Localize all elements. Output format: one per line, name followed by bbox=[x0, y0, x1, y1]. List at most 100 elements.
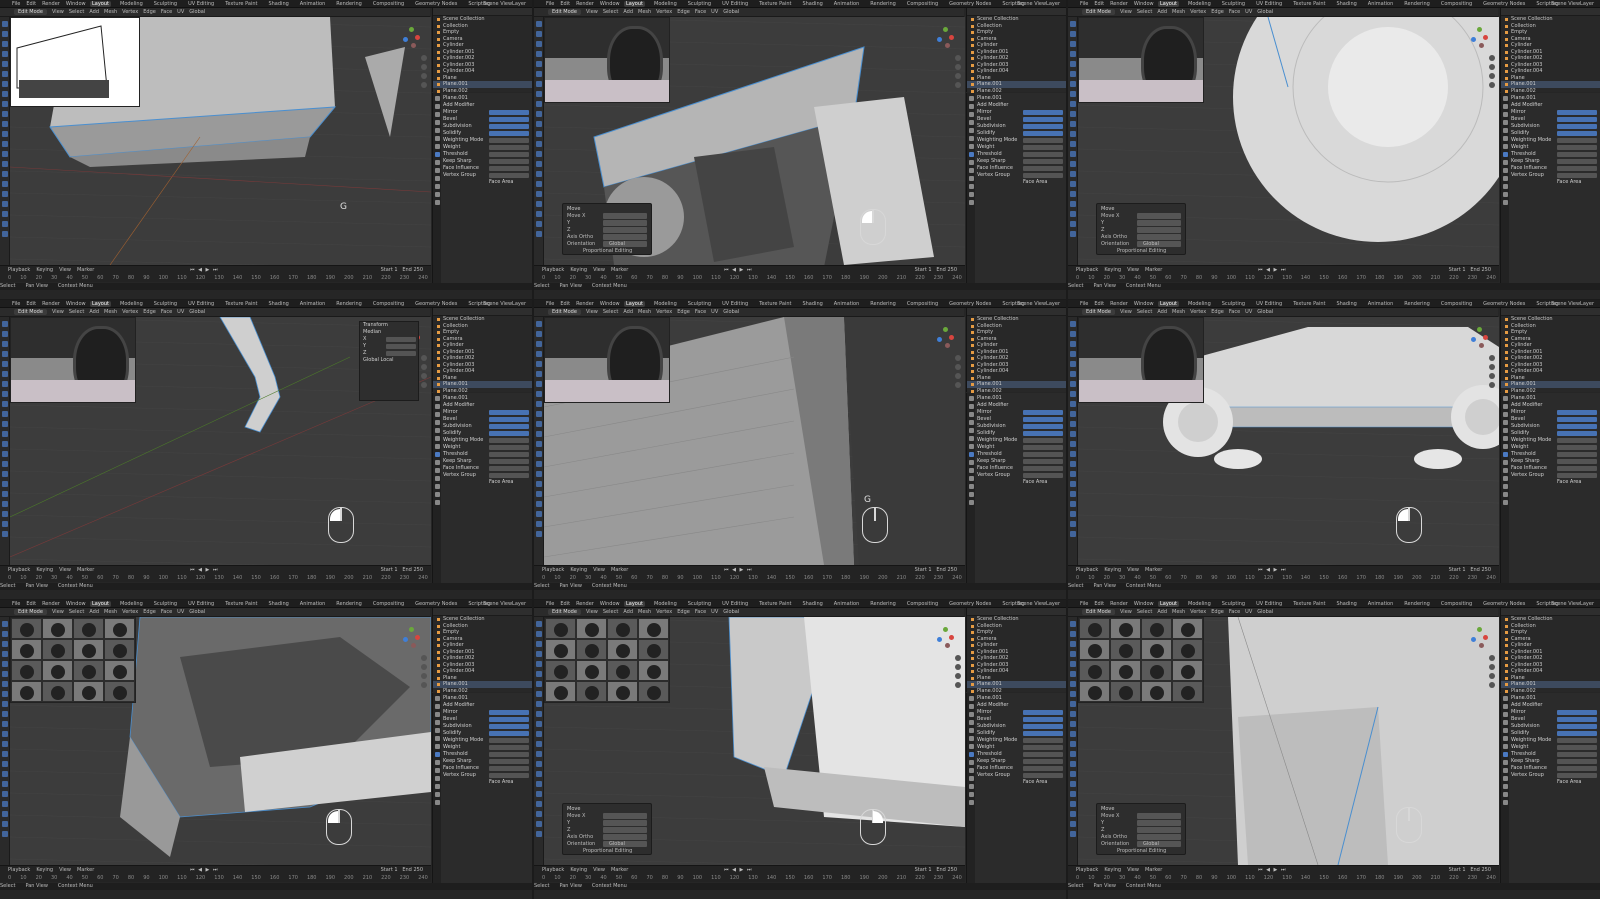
workspace-tab[interactable]: Modeling bbox=[118, 601, 145, 607]
tool-icon[interactable] bbox=[535, 621, 542, 627]
gizmo-x-icon[interactable] bbox=[1483, 635, 1488, 640]
modifier-row[interactable]: Weighting Mode bbox=[977, 737, 1065, 744]
tool-icon[interactable] bbox=[535, 721, 542, 727]
header-menu-item[interactable]: UV bbox=[177, 309, 184, 315]
end-frame[interactable]: 250 bbox=[947, 867, 957, 873]
menu-item[interactable]: File bbox=[1080, 301, 1088, 307]
object-name[interactable]: Plane.001 bbox=[977, 95, 1065, 102]
modifier-toggles[interactable] bbox=[489, 724, 529, 729]
header-menu-item[interactable]: Add bbox=[1157, 609, 1167, 615]
timeline-menu-item[interactable]: Keying bbox=[36, 867, 53, 873]
ortho-icon[interactable] bbox=[421, 682, 427, 688]
modifier-field[interactable] bbox=[489, 173, 529, 178]
menu-item[interactable]: Render bbox=[42, 301, 60, 307]
transform-row[interactable]: Z bbox=[360, 350, 418, 357]
properties-tab-icon[interactable] bbox=[1502, 696, 1508, 701]
tool-icon[interactable] bbox=[535, 481, 542, 487]
properties-tab-icon[interactable] bbox=[968, 696, 974, 701]
menu-item[interactable]: File bbox=[546, 301, 554, 307]
tool-icon[interactable] bbox=[1, 161, 8, 167]
header-menu-item[interactable]: Mesh bbox=[104, 609, 117, 615]
modifier-field[interactable] bbox=[1023, 466, 1063, 471]
workspace-tab[interactable]: Texture Paint bbox=[223, 301, 259, 307]
workspace-tab[interactable]: Layout bbox=[90, 601, 111, 607]
tool-icon[interactable] bbox=[1069, 221, 1076, 227]
workspace-tab[interactable]: Geometry Nodes bbox=[413, 1, 459, 7]
tool-icon[interactable] bbox=[1, 391, 8, 397]
tool-icon[interactable] bbox=[535, 751, 542, 757]
header-menu-item[interactable]: View bbox=[1120, 9, 1132, 15]
timeline-menu-item[interactable]: Playback bbox=[1076, 267, 1098, 273]
navigation-gizmo[interactable] bbox=[935, 627, 957, 649]
workspace-tab[interactable]: Animation bbox=[298, 1, 328, 7]
tool-icon[interactable] bbox=[1069, 31, 1076, 37]
end-frame[interactable]: 250 bbox=[947, 267, 957, 273]
properties-tab-icon[interactable] bbox=[434, 104, 440, 109]
timeline-menu-item[interactable]: Marker bbox=[77, 867, 94, 873]
modifier-row[interactable]: Mirror bbox=[1511, 709, 1599, 716]
modifier-row[interactable]: Weighting Mode bbox=[443, 437, 531, 444]
modifier-row[interactable]: Mirror bbox=[443, 109, 531, 116]
timeline[interactable]: Playback Keying View Marker ⏮ ◀ ▶ ⏭ Start 1 E… bbox=[1068, 565, 1514, 582]
navigation-gizmo[interactable] bbox=[1469, 27, 1491, 49]
tool-icon[interactable] bbox=[1069, 621, 1076, 627]
properties-tab-icon[interactable] bbox=[434, 728, 440, 733]
workspace-tab[interactable]: UV Editing bbox=[186, 301, 216, 307]
header-menu-item[interactable]: Edge bbox=[143, 9, 156, 15]
modifier-field[interactable] bbox=[489, 445, 529, 450]
properties-tab-icon[interactable] bbox=[968, 460, 974, 465]
properties-tab-icon[interactable] bbox=[968, 96, 974, 101]
timeline-menu-item[interactable]: Marker bbox=[611, 267, 628, 273]
tool-icon[interactable] bbox=[1069, 141, 1076, 147]
gizmo-neg-icon[interactable] bbox=[411, 43, 416, 48]
workspace-tab[interactable]: Animation bbox=[832, 601, 862, 607]
tool-icon[interactable] bbox=[1, 431, 8, 437]
tool-icon[interactable] bbox=[535, 641, 542, 647]
modifier-row[interactable]: Solidify bbox=[977, 430, 1065, 437]
zoom-icon[interactable] bbox=[1489, 55, 1495, 61]
tool-icon[interactable] bbox=[1069, 91, 1076, 97]
workspace-tab[interactable]: Sculpting bbox=[1220, 301, 1247, 307]
modifier-toggles[interactable] bbox=[489, 424, 529, 429]
workspace-tab[interactable]: Animation bbox=[298, 301, 328, 307]
modifier-toggles[interactable] bbox=[1023, 710, 1063, 715]
outliner[interactable]: Scene Collection Collection Empty Camera Cyl… bbox=[432, 8, 532, 94]
modifier-row[interactable]: Weight bbox=[977, 744, 1065, 751]
properties-tab-icon[interactable] bbox=[968, 492, 974, 497]
modifier-row[interactable]: Mirror bbox=[977, 409, 1065, 416]
properties-editor[interactable]: Plane.001 Add Modifier Mirror Bevel Subdivis… bbox=[432, 393, 532, 583]
modifier-row[interactable]: Subdivision bbox=[977, 423, 1065, 430]
workspace-tab[interactable]: Compositing bbox=[371, 1, 406, 7]
menu-item[interactable]: Render bbox=[42, 1, 60, 7]
tool-icon[interactable] bbox=[1, 171, 8, 177]
scene-selector[interactable]: Scene ViewLayer bbox=[1551, 301, 1594, 307]
header-menu-item[interactable]: Vertex bbox=[656, 9, 672, 15]
modifier-row[interactable]: Solidify bbox=[443, 130, 531, 137]
3d-viewport[interactable]: Move Move X Y Z Axis Ortho Orientation Global P… bbox=[1078, 617, 1499, 865]
scene-selector[interactable]: Scene ViewLayer bbox=[1551, 601, 1594, 607]
object-name[interactable]: Plane.001 bbox=[443, 95, 531, 102]
properties-tab-icon[interactable] bbox=[1502, 452, 1508, 457]
header-menu-item[interactable]: Edge bbox=[1211, 9, 1224, 15]
add-modifier-button[interactable]: Add Modifier bbox=[443, 402, 531, 409]
tool-icon[interactable] bbox=[535, 391, 542, 397]
modifier-row[interactable]: Subdivision bbox=[443, 423, 531, 430]
tool-icon[interactable] bbox=[1, 131, 8, 137]
weighting-mode-field[interactable] bbox=[1557, 738, 1597, 743]
workspace-tab[interactable]: Modeling bbox=[652, 601, 679, 607]
timeline-menu-item[interactable]: View bbox=[59, 567, 71, 573]
workspace-tab[interactable]: UV Editing bbox=[1254, 1, 1284, 7]
tool-icon[interactable] bbox=[1069, 821, 1076, 827]
tool-icon[interactable] bbox=[1069, 71, 1076, 77]
modifier-field[interactable] bbox=[489, 752, 529, 757]
header-menu-item[interactable]: Face bbox=[161, 309, 172, 315]
gizmo-z-icon[interactable] bbox=[403, 37, 408, 42]
outliner[interactable]: Scene Collection Collection Empty Camera Cyl… bbox=[1500, 608, 1600, 694]
modifier-row[interactable]: Face Influence bbox=[977, 465, 1065, 472]
modifier-row[interactable]: Bevel bbox=[977, 716, 1065, 723]
tool-icon[interactable] bbox=[1, 621, 8, 627]
timeline-menu-item[interactable]: Playback bbox=[8, 867, 30, 873]
timeline-menu-item[interactable]: View bbox=[593, 567, 605, 573]
tool-icon[interactable] bbox=[1069, 21, 1076, 27]
modifier-row[interactable]: Weighting Mode bbox=[1511, 137, 1599, 144]
